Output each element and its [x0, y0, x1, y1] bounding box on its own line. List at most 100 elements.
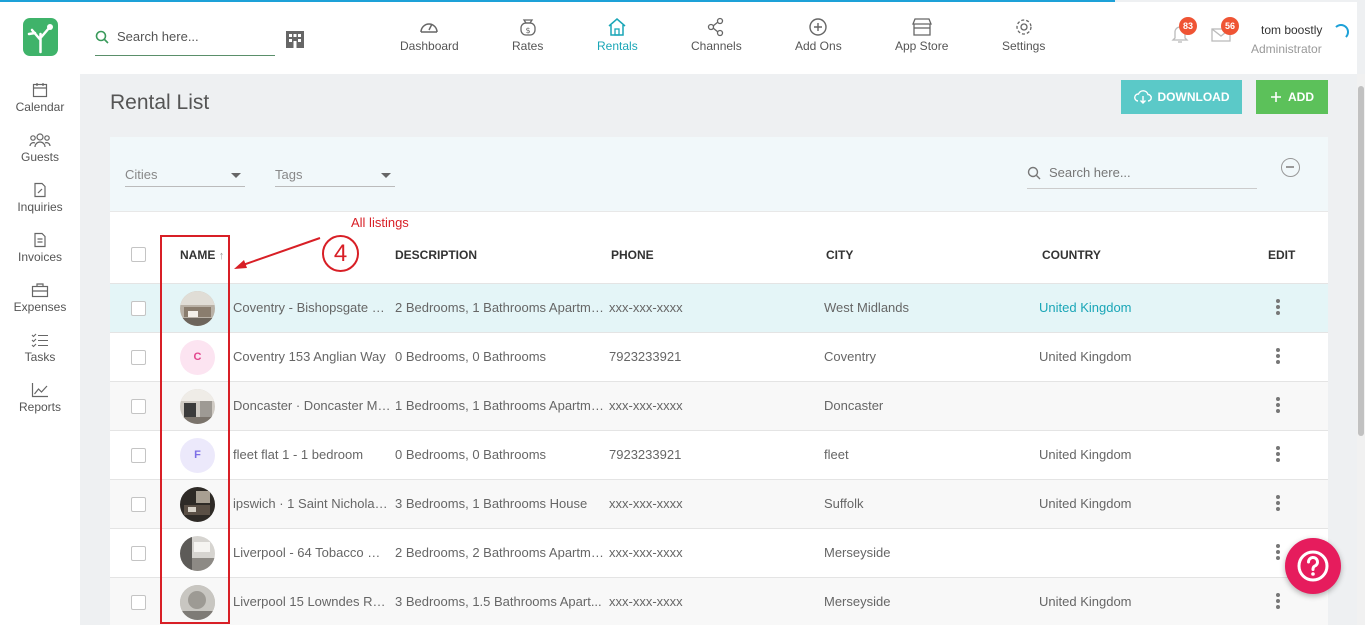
- row-checkbox[interactable]: [131, 448, 146, 463]
- annotation-highlight-box: [160, 235, 230, 624]
- sidebar-item-label: Expenses: [13, 300, 67, 314]
- plus-icon: [1271, 92, 1281, 102]
- rental-name[interactable]: Liverpool - 64 Tobacco Wh...: [233, 545, 391, 560]
- cities-filter-label: Cities: [125, 167, 158, 182]
- nav-add-ons-label: Add Ons: [795, 39, 842, 53]
- user-name[interactable]: tom boostly: [1261, 23, 1322, 37]
- table-row[interactable]: C Coventry 153 Anglian Way 0 Bedrooms, 0…: [110, 332, 1328, 381]
- tags-filter[interactable]: Tags: [275, 167, 395, 187]
- table-row[interactable]: Liverpool 15 Lowndes Road 3 Bedrooms, 1.…: [110, 577, 1328, 625]
- nav-rentals[interactable]: Rentals: [597, 17, 638, 53]
- sidebar-item-invoices[interactable]: Invoices: [0, 232, 80, 264]
- sidebar-item-label: Invoices: [17, 250, 63, 264]
- app-logo[interactable]: [23, 18, 58, 56]
- rental-city: fleet: [824, 447, 849, 462]
- more-vertical-icon[interactable]: [1276, 397, 1280, 415]
- svg-text:$: $: [525, 26, 530, 35]
- collapse-filters-icon[interactable]: [1281, 158, 1300, 177]
- rental-country: United Kingdom: [1039, 349, 1132, 364]
- sidebar-item-label: Reports: [18, 400, 62, 414]
- rental-name[interactable]: Liverpool 15 Lowndes Road: [233, 594, 391, 609]
- row-checkbox[interactable]: [131, 595, 146, 610]
- rental-city: Doncaster: [824, 398, 884, 413]
- nav-rentals-label: Rentals: [597, 39, 638, 53]
- rental-name[interactable]: ipswich · 1 Saint Nicholas ...: [233, 496, 391, 511]
- row-checkbox[interactable]: [131, 399, 146, 414]
- messages-badge: 56: [1221, 17, 1239, 35]
- select-all-checkbox[interactable]: [131, 247, 146, 262]
- top-header: Dashboard $ Rates Rentals Channels Add O…: [0, 2, 1357, 74]
- more-vertical-icon[interactable]: [1276, 544, 1280, 562]
- table-row[interactable]: Coventry - Bishopsgate H... 2 Bedrooms, …: [110, 283, 1328, 332]
- more-vertical-icon[interactable]: [1276, 593, 1280, 611]
- store-icon: [911, 18, 932, 36]
- table-row[interactable]: F fleet flat 1 - 1 bedroom 0 Bedrooms, 0…: [110, 430, 1328, 479]
- sidebar-item-tasks[interactable]: Tasks: [0, 332, 80, 364]
- more-vertical-icon[interactable]: [1276, 348, 1280, 366]
- nav-add-ons[interactable]: Add Ons: [795, 17, 842, 53]
- rental-country: United Kingdom: [1039, 594, 1132, 609]
- column-phone-header[interactable]: PHONE: [611, 248, 654, 262]
- rental-phone: xxx-xxx-xxxx: [609, 594, 683, 609]
- more-vertical-icon[interactable]: [1276, 446, 1280, 464]
- row-checkbox[interactable]: [131, 546, 146, 561]
- rental-phone: 7923233921: [609, 349, 682, 364]
- global-search-input[interactable]: [117, 29, 267, 44]
- table-row[interactable]: Liverpool - 64 Tobacco Wh... 2 Bedrooms,…: [110, 528, 1328, 577]
- sidebar-item-calendar[interactable]: Calendar: [0, 82, 80, 114]
- column-city-header[interactable]: CITY: [826, 248, 853, 262]
- notifications-badge: 83: [1179, 17, 1197, 35]
- annotation-step-number: 4: [322, 235, 359, 272]
- add-button[interactable]: ADD: [1256, 80, 1328, 114]
- nav-channels[interactable]: Channels: [691, 17, 742, 53]
- table-row[interactable]: Doncaster · Doncaster Ma... 1 Bedrooms, …: [110, 381, 1328, 430]
- home-icon: [608, 18, 626, 36]
- row-checkbox[interactable]: [131, 497, 146, 512]
- row-checkbox[interactable]: [131, 301, 146, 316]
- sidebar-item-label: Tasks: [24, 350, 56, 364]
- sidebar-item-guests[interactable]: Guests: [0, 132, 80, 164]
- rental-name[interactable]: Doncaster · Doncaster Ma...: [233, 398, 391, 413]
- gauge-icon: [420, 23, 439, 33]
- calendar-icon: [32, 83, 48, 98]
- sidebar-item-inquiries[interactable]: Inquiries: [0, 182, 80, 214]
- column-description-header[interactable]: DESCRIPTION: [395, 248, 477, 262]
- invoice-icon: [34, 232, 46, 248]
- inquiry-icon: [34, 182, 46, 198]
- global-search[interactable]: [95, 26, 275, 56]
- page-scrollbar-thumb[interactable]: [1358, 86, 1364, 436]
- rental-name[interactable]: Coventry - Bishopsgate H...: [233, 300, 391, 315]
- messages-button[interactable]: 56: [1211, 17, 1239, 49]
- loading-spinner-icon: [1333, 24, 1349, 40]
- sidebar-item-label: Inquiries: [17, 200, 63, 214]
- rental-description: 3 Bedrooms, 1 Bathrooms House: [395, 496, 588, 511]
- rental-city: Merseyside: [824, 545, 891, 560]
- more-vertical-icon[interactable]: [1276, 495, 1280, 513]
- more-vertical-icon[interactable]: [1276, 299, 1280, 317]
- users-icon: [29, 133, 51, 148]
- help-icon: [1297, 550, 1329, 582]
- nav-app-store[interactable]: App Store: [895, 17, 948, 53]
- rental-description: 0 Bedrooms, 0 Bathrooms: [395, 447, 547, 462]
- row-checkbox[interactable]: [131, 350, 146, 365]
- rental-search[interactable]: [1027, 161, 1257, 189]
- download-button[interactable]: DOWNLOAD: [1121, 80, 1242, 114]
- rental-search-input[interactable]: [1049, 165, 1249, 180]
- nav-settings[interactable]: Settings: [1002, 17, 1045, 53]
- nav-settings-label: Settings: [1002, 39, 1046, 53]
- table-row[interactable]: ipswich · 1 Saint Nicholas ... 3 Bedroom…: [110, 479, 1328, 528]
- sidebar-item-reports[interactable]: Reports: [0, 382, 80, 414]
- rental-name[interactable]: fleet flat 1 - 1 bedroom: [233, 447, 391, 462]
- rental-name[interactable]: Coventry 153 Anglian Way: [233, 349, 391, 364]
- chart-icon: [31, 383, 48, 398]
- building-icon[interactable]: [285, 29, 305, 49]
- sidebar-item-expenses[interactable]: Expenses: [0, 282, 80, 314]
- cities-filter[interactable]: Cities: [125, 167, 245, 187]
- rental-phone: xxx-xxx-xxxx: [609, 496, 683, 511]
- help-button[interactable]: [1285, 538, 1341, 594]
- nav-rates[interactable]: $ Rates: [512, 17, 543, 53]
- nav-app-store-label: App Store: [895, 39, 949, 53]
- notifications-button[interactable]: 83: [1171, 17, 1197, 49]
- nav-dashboard[interactable]: Dashboard: [400, 17, 459, 53]
- column-country-header[interactable]: COUNTRY: [1042, 248, 1101, 262]
